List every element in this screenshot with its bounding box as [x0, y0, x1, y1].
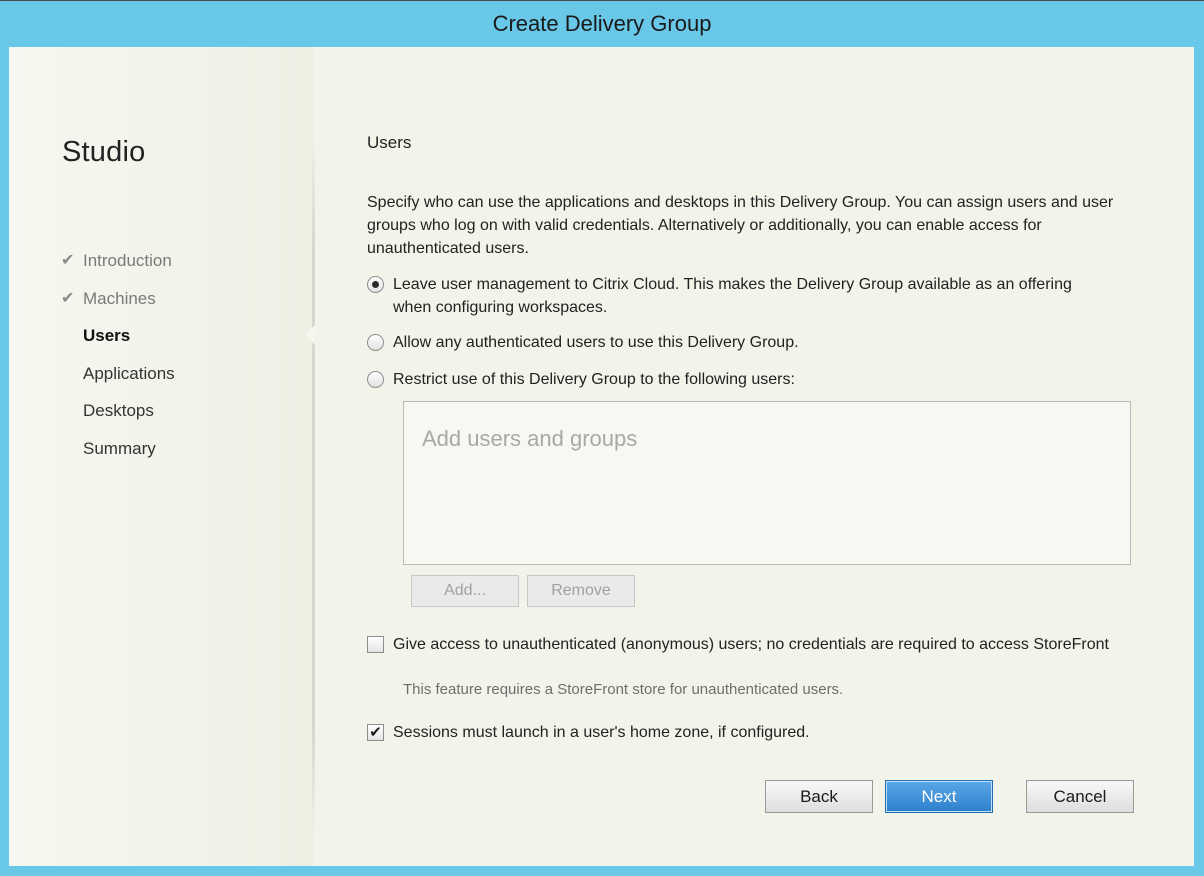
- title-bar: Create Delivery Group: [0, 0, 1204, 47]
- radio-button[interactable]: [367, 276, 384, 293]
- step-summary: Summary: [59, 435, 175, 473]
- radio-button[interactable]: [367, 334, 384, 351]
- checkbox-label[interactable]: Sessions must launch in a user's home zo…: [393, 721, 1113, 744]
- step-introduction: ✔ Introduction: [59, 247, 175, 285]
- anonymous-access-option[interactable]: Give access to unauthenticated (anonymou…: [367, 633, 1113, 656]
- main-content: Users Specify who can use the applicatio…: [367, 47, 1147, 866]
- step-label: Introduction: [83, 251, 172, 270]
- step-machines: ✔ Machines: [59, 285, 175, 323]
- option-citrix-cloud[interactable]: Leave user management to Citrix Cloud. T…: [367, 273, 1113, 319]
- next-button[interactable]: Next: [885, 780, 993, 813]
- step-label: Users: [83, 326, 131, 345]
- radio-button[interactable]: [367, 371, 384, 388]
- step-label: Summary: [83, 438, 156, 458]
- step-desktops: Desktops: [59, 397, 175, 435]
- wizard-window: Create Delivery Group Studio ✔ Introduct…: [0, 0, 1204, 876]
- home-zone-checkbox[interactable]: ✔: [367, 724, 384, 741]
- option-label[interactable]: Leave user management to Citrix Cloud. T…: [393, 273, 1113, 319]
- radio-selected-dot: [372, 281, 379, 288]
- cancel-button[interactable]: Cancel: [1026, 780, 1134, 813]
- option-label[interactable]: Restrict use of this Delivery Group to t…: [393, 368, 1113, 391]
- check-icon: ✔: [61, 289, 75, 307]
- users-list-box[interactable]: Add users and groups: [403, 401, 1131, 565]
- back-button[interactable]: Back: [765, 780, 873, 813]
- add-button[interactable]: Add...: [411, 575, 519, 607]
- checkbox-label[interactable]: Give access to unauthenticated (anonymou…: [393, 633, 1113, 656]
- option-any-authenticated[interactable]: Allow any authenticated users to use thi…: [367, 331, 1113, 354]
- page-description: Specify who can use the applications and…: [367, 194, 1114, 257]
- anonymous-checkbox[interactable]: [367, 636, 384, 653]
- sidebar-title: Studio: [62, 136, 146, 168]
- step-users: Users: [59, 322, 175, 360]
- step-label: Desktops: [83, 401, 154, 420]
- step-label: Machines: [83, 288, 156, 308]
- option-label[interactable]: Allow any authenticated users to use thi…: [393, 331, 1113, 354]
- window-title: Create Delivery Group: [492, 10, 712, 36]
- sidebar-divider: [312, 142, 315, 832]
- title-bar-border: [0, 0, 1204, 1]
- option-restrict-users[interactable]: Restrict use of this Delivery Group to t…: [367, 368, 1113, 391]
- wizard-sidebar: Studio ✔ Introduction ✔ Machines Users A…: [9, 47, 314, 866]
- step-applications: Applications: [59, 360, 175, 398]
- wizard-body: Studio ✔ Introduction ✔ Machines Users A…: [9, 47, 1194, 866]
- anonymous-note: This feature requires a StoreFront store…: [403, 681, 844, 698]
- page-title: Users: [367, 133, 412, 152]
- users-placeholder: Add users and groups: [422, 426, 638, 451]
- step-label: Applications: [83, 363, 175, 383]
- check-icon: ✔: [61, 252, 75, 269]
- active-step-pointer: [305, 325, 315, 345]
- remove-button[interactable]: Remove: [527, 575, 635, 607]
- wizard-steps: ✔ Introduction ✔ Machines Users Applicat…: [59, 247, 175, 472]
- home-zone-option[interactable]: ✔ Sessions must launch in a user's home …: [367, 721, 1113, 744]
